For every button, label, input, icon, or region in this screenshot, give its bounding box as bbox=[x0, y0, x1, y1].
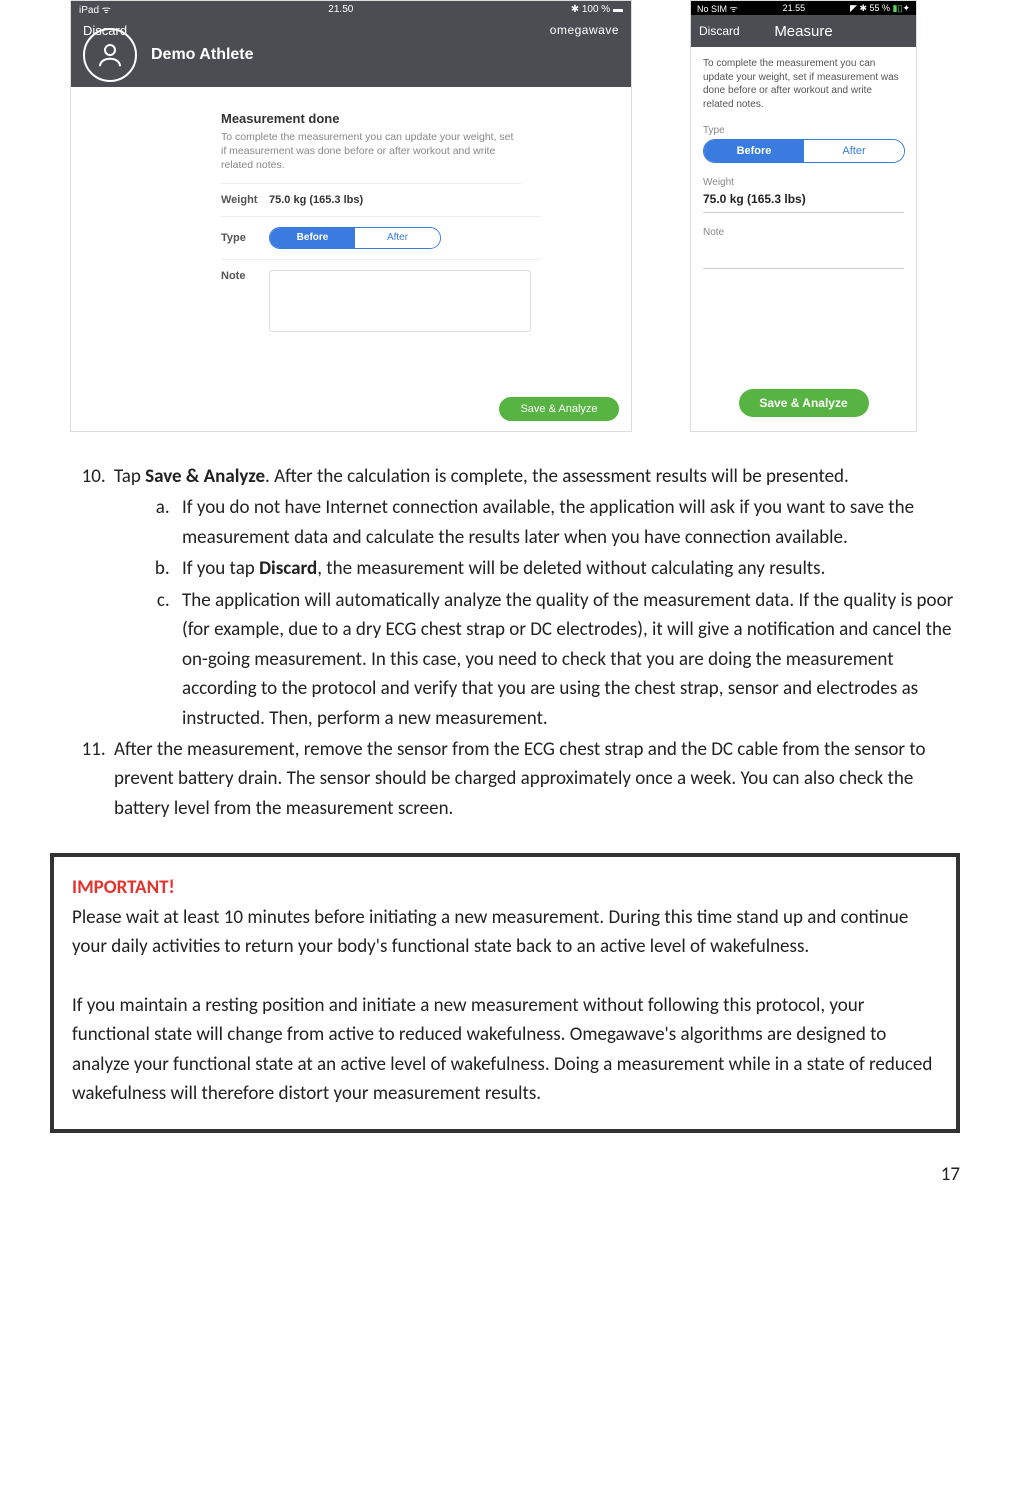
athlete-name: Demo Athlete bbox=[151, 46, 254, 64]
document-body: Tap Save & Analyze. After the calculatio… bbox=[40, 432, 970, 1133]
save-analyze-button[interactable]: Save & Analyze bbox=[499, 397, 619, 421]
note-input[interactable] bbox=[703, 238, 904, 269]
phone-desc: To complete the measurement you can upda… bbox=[703, 57, 904, 111]
phone-form: To complete the measurement you can upda… bbox=[691, 47, 916, 431]
type-segmented-control[interactable]: Before After bbox=[703, 139, 905, 163]
note-row: Note bbox=[221, 260, 541, 342]
weight-value[interactable]: 75.0 kg (165.3 lbs) bbox=[703, 192, 904, 213]
measurement-done-desc: To complete the measurement you can upda… bbox=[221, 130, 521, 184]
step-10a: If you do not have Internet connection a… bbox=[174, 493, 960, 552]
important-p2: If you maintain a resting position and i… bbox=[72, 991, 938, 1109]
step-11: After the measurement, remove the sensor… bbox=[110, 735, 960, 823]
step-10b-pre: If you tap bbox=[182, 557, 259, 580]
ipad-status-left: iPad ᯤ bbox=[79, 2, 111, 16]
phone-status-right: ◤ ✱ 55 % ▮▯✦ bbox=[850, 3, 910, 14]
important-callout: IMPORTANT! Please wait at least 10 minut… bbox=[50, 853, 960, 1133]
phone-screenshot: No SIM ᯤ 21.55 ◤ ✱ 55 % ▮▯✦ Discard Meas… bbox=[690, 0, 917, 432]
type-label: Type bbox=[221, 232, 269, 244]
ipad-nav-bar: Discard omegawave Demo Athlete bbox=[71, 17, 631, 87]
brand-label: omegawave bbox=[550, 23, 619, 37]
step-10: Tap Save & Analyze. After the calculatio… bbox=[110, 462, 960, 733]
phone-status-bar: No SIM ᯤ 21.55 ◤ ✱ 55 % ▮▯✦ bbox=[691, 1, 916, 15]
phone-status-center: 21.55 bbox=[783, 3, 806, 13]
segment-after[interactable]: After bbox=[804, 140, 904, 162]
ipad-screenshot: iPad ᯤ 21.50 ✱ 100 % ▬ Discard omegawave… bbox=[70, 0, 632, 432]
step-10b-post: , the measurement will be deleted withou… bbox=[317, 557, 825, 580]
screenshot-row: iPad ᯤ 21.50 ✱ 100 % ▬ Discard omegawave… bbox=[40, 0, 970, 432]
important-p1: Please wait at least 10 minutes before i… bbox=[72, 903, 938, 962]
weight-label: Weight bbox=[221, 194, 269, 206]
type-label: Type bbox=[703, 125, 904, 136]
discard-button[interactable]: Discard bbox=[83, 23, 127, 38]
segment-after[interactable]: After bbox=[355, 228, 440, 248]
note-input[interactable] bbox=[269, 270, 531, 332]
ipad-status-bar: iPad ᯤ 21.50 ✱ 100 % ▬ bbox=[71, 1, 631, 17]
ipad-status-center: 21.50 bbox=[328, 4, 353, 15]
segment-before[interactable]: Before bbox=[704, 140, 804, 162]
weight-label: Weight bbox=[703, 177, 904, 188]
ipad-status-right: ✱ 100 % ▬ bbox=[571, 4, 623, 15]
screen-title: Measure bbox=[774, 23, 832, 40]
phone-status-left: No SIM ᯤ bbox=[697, 2, 738, 15]
step-10c: The application will automatically analy… bbox=[174, 586, 960, 733]
phone-nav-bar: Discard Measure bbox=[691, 15, 916, 47]
discard-button[interactable]: Discard bbox=[699, 24, 740, 38]
weight-value[interactable]: 75.0 kg (165.3 lbs) bbox=[269, 194, 363, 206]
important-title: IMPORTANT! bbox=[72, 873, 938, 902]
discard-strong: Discard bbox=[259, 557, 317, 580]
weight-row: Weight 75.0 kg (165.3 lbs) bbox=[221, 184, 541, 217]
note-label: Note bbox=[703, 227, 904, 238]
step-10-pre: Tap bbox=[114, 465, 145, 488]
note-label: Note bbox=[221, 270, 269, 282]
type-row: Type Before After bbox=[221, 217, 541, 260]
save-analyze-strong: Save & Analyze bbox=[145, 465, 265, 488]
step-10b: If you tap Discard, the measurement will… bbox=[174, 554, 960, 583]
page-number: 17 bbox=[40, 1133, 970, 1206]
measurement-done-title: Measurement done bbox=[221, 111, 631, 126]
segment-before[interactable]: Before bbox=[270, 228, 355, 248]
save-analyze-button[interactable]: Save & Analyze bbox=[739, 389, 869, 417]
step-10-post: . After the calculation is complete, the… bbox=[265, 465, 849, 488]
type-segmented-control[interactable]: Before After bbox=[269, 227, 441, 249]
ipad-form: Measurement done To complete the measure… bbox=[71, 87, 631, 431]
